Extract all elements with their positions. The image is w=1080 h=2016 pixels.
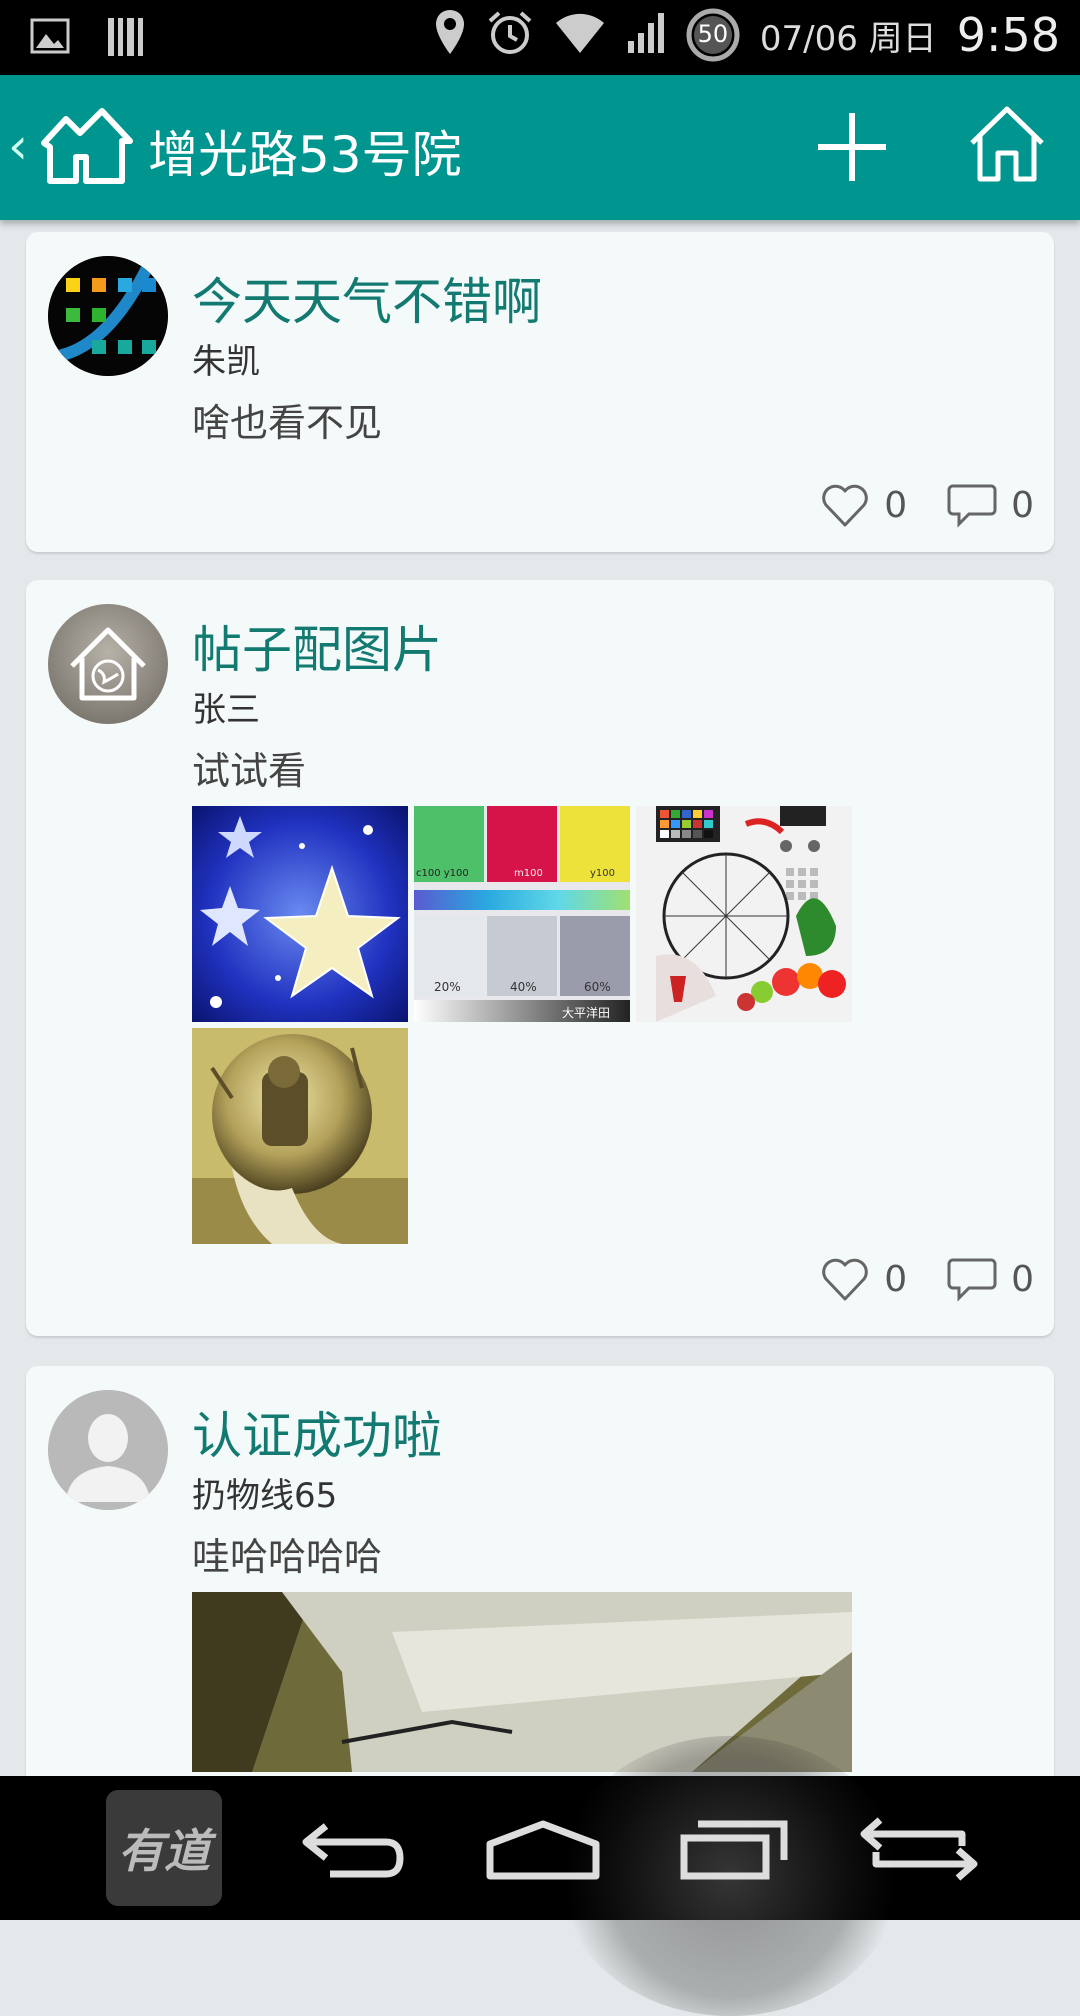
- post-image-grid: c100 y100 m100 y100 20% 40% 60% 大平洋田: [192, 806, 852, 1244]
- post-image-escher-sphere[interactable]: [192, 1028, 408, 1244]
- post-title[interactable]: 今天天气不错啊: [192, 262, 542, 334]
- post-title[interactable]: 认证成功啦: [192, 1396, 442, 1468]
- post-feed[interactable]: 今天天气不错啊 朱凯 啥也看不见 0 0 帖子配图片 张三 试试看 c100 y…: [0, 220, 1080, 1776]
- youdao-app-button[interactable]: 有道: [106, 1790, 222, 1906]
- color-label-m100: m100: [514, 868, 543, 879]
- status-bar: 50 07/06 周日 9:58: [0, 0, 1080, 75]
- status-time: 9:58: [956, 8, 1060, 62]
- recent-apps-icon[interactable]: [680, 1818, 788, 1884]
- post-author[interactable]: 张三: [192, 682, 260, 731]
- back-arrow-icon[interactable]: [300, 1820, 406, 1884]
- gallery-notification-icon: [30, 18, 70, 58]
- like-button[interactable]: 0: [820, 1257, 907, 1301]
- community-home-logo-icon[interactable]: [36, 103, 136, 189]
- system-navigation-bar: 有道: [0, 1736, 1080, 2016]
- heart-icon: [822, 1258, 868, 1301]
- gray-label-60: 60%: [584, 980, 611, 994]
- post-title[interactable]: 帖子配图片: [192, 610, 442, 682]
- home-nav-icon[interactable]: [486, 1820, 600, 1884]
- signal-icon: [626, 11, 666, 59]
- gray-label-40: 40%: [510, 980, 537, 994]
- alarm-icon: [486, 9, 534, 61]
- comment-count: 0: [1011, 484, 1034, 526]
- post-card[interactable]: 帖子配图片 张三 试试看 c100 y100 m100 y100 20% 40%…: [26, 580, 1054, 1336]
- app-bar: ‹ 增光路53号院: [0, 75, 1080, 220]
- post-card[interactable]: 认证成功啦 扔物线65 哇哈哈哈哈: [26, 1366, 1054, 1776]
- post-image-stars[interactable]: [192, 806, 408, 1022]
- battery-icon: 50: [686, 8, 740, 62]
- post-author[interactable]: 朱凯: [192, 334, 260, 383]
- post-author[interactable]: 扔物线65: [192, 1468, 337, 1517]
- color-label-y100: y100: [590, 868, 616, 879]
- wifi-icon: [554, 11, 606, 59]
- comment-bubble-icon: [947, 484, 997, 528]
- post-actions: 0 0: [820, 482, 1034, 528]
- comment-bubble-icon: [947, 1258, 997, 1302]
- gray-label-20: 20%: [434, 980, 461, 994]
- post-body: 哇哈哈哈哈: [192, 1535, 383, 1579]
- post-body: 试试看: [192, 749, 307, 793]
- back-chevron-icon[interactable]: ‹: [8, 117, 28, 175]
- post-body: 啥也看不见: [192, 401, 383, 445]
- post-image-bicycle-still-life[interactable]: [636, 806, 852, 1022]
- comment-button[interactable]: 0: [947, 1256, 1034, 1302]
- add-post-button[interactable]: [812, 107, 892, 191]
- avatar[interactable]: [48, 256, 168, 376]
- battery-level: 50: [697, 20, 729, 48]
- post-actions: 0 0: [820, 1256, 1034, 1302]
- like-count: 0: [884, 1258, 908, 1300]
- color-chart-brand: 大平洋田: [562, 1006, 611, 1020]
- color-label-c100y100: c100 y100: [416, 868, 469, 879]
- avatar[interactable]: [48, 1390, 168, 1510]
- like-count: 0: [884, 484, 908, 526]
- location-icon: [434, 8, 466, 62]
- avatar[interactable]: [48, 604, 168, 724]
- comment-button[interactable]: 0: [947, 482, 1034, 528]
- page-title: 增光路53号院: [148, 126, 462, 184]
- status-date: 07/06 周日: [759, 18, 937, 59]
- post-image-color-chart[interactable]: c100 y100 m100 y100 20% 40% 60% 大平洋田: [414, 806, 630, 1022]
- comment-count: 0: [1011, 1258, 1034, 1300]
- barcode-notification-icon: [106, 14, 146, 62]
- home-button[interactable]: [968, 103, 1046, 187]
- post-card[interactable]: 今天天气不错啊 朱凯 啥也看不见 0 0: [26, 232, 1054, 552]
- like-button[interactable]: 0: [820, 483, 907, 527]
- heart-icon: [822, 484, 868, 527]
- rotate-switch-icon[interactable]: [858, 1816, 980, 1886]
